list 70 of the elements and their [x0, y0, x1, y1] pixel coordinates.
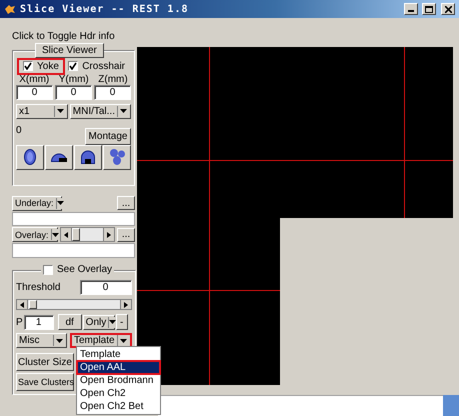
threshold-slider[interactable] [16, 299, 132, 310]
checkmark-icon [69, 62, 78, 70]
coordinate-field[interactable]: 0 [16, 84, 53, 100]
slider-thumb[interactable] [72, 228, 80, 242]
coordinate-label: X(mm) [19, 74, 50, 85]
menu-item[interactable]: Open Ch2 [77, 387, 160, 400]
view-button[interactable] [103, 144, 131, 170]
maximize-icon [425, 6, 433, 12]
slider-thumb[interactable] [29, 300, 38, 310]
df-button[interactable]: df [58, 314, 82, 330]
checkmark-icon [24, 62, 32, 70]
montage-button[interactable]: Montage [85, 128, 131, 145]
menu-item[interactable]: Open Brodmann [77, 374, 160, 387]
brain-icon [24, 149, 36, 166]
checkbox[interactable] [43, 264, 53, 275]
close-button[interactable] [441, 3, 455, 15]
checkbox[interactable] [23, 61, 33, 72]
right-arrow-icon [124, 302, 128, 308]
caret-icon [120, 109, 127, 114]
view-button[interactable] [45, 144, 73, 170]
close-icon [444, 6, 452, 12]
caret-icon [120, 338, 127, 343]
checkbox-label: Yoke [37, 60, 59, 72]
value-text: 0 [16, 124, 22, 136]
coordinate-field[interactable]: 0 [55, 84, 92, 100]
left-arrow-icon [64, 232, 68, 238]
only-dropdown[interactable]: Only [82, 314, 115, 330]
caret-icon [109, 320, 116, 324]
brain-icon [51, 152, 67, 162]
minimize-button[interactable] [404, 3, 418, 15]
browse-button[interactable]: ... [117, 196, 135, 210]
menu-item[interactable]: Template [77, 348, 160, 361]
threshold-field[interactable]: 0 [80, 280, 132, 296]
view-button[interactable] [16, 144, 44, 170]
space-dropdown[interactable]: MNI/Tal... [70, 104, 131, 119]
window-title: Slice Viewer -- REST 1.8 [20, 4, 190, 14]
app-icon [4, 3, 16, 15]
coordinate-label: Z(mm) [98, 74, 128, 85]
maximize-button[interactable] [422, 3, 436, 15]
caret-icon [56, 201, 64, 206]
underlay-dropdown[interactable]: Underlay: [12, 196, 62, 211]
right-arrow-icon [107, 232, 111, 238]
misc-dropdown[interactable]: Misc [16, 333, 67, 348]
checkbox-label: See Overlay [57, 264, 112, 276]
threshold-label: Threshold [16, 282, 60, 294]
coordinate-label: Y(mm) [58, 74, 89, 85]
caret-icon [56, 338, 63, 343]
overlay-dropdown[interactable]: Overlay: [12, 227, 58, 242]
p-label: P [16, 316, 23, 328]
coordinate-field[interactable]: 0 [94, 84, 131, 100]
browse-button[interactable]: ... [117, 228, 135, 242]
checkbox-label: Crosshair [82, 60, 125, 72]
left-arrow-icon [20, 302, 24, 308]
menu-item[interactable]: Open Ch2 Bet [77, 400, 160, 413]
header-info-toggle[interactable]: Click to Toggle Hdr info [12, 31, 135, 44]
brain-icon [81, 150, 95, 164]
menu-item[interactable]: Open AAL [77, 361, 160, 374]
brain-icon [110, 149, 124, 166]
zoom-dropdown[interactable]: x1 [16, 104, 68, 119]
group-title: Slice Viewer [35, 42, 104, 58]
caret-icon [52, 232, 59, 237]
checkbox[interactable] [68, 61, 78, 72]
cluster-size-button[interactable]: Cluster Size [16, 353, 74, 372]
underlay-field[interactable] [12, 212, 135, 226]
overlay-slider[interactable] [60, 227, 115, 242]
caret-icon [56, 109, 64, 114]
overlay-field[interactable] [12, 243, 135, 258]
view-button[interactable] [74, 144, 102, 170]
minus-button[interactable]: - [116, 314, 128, 330]
p-value-field[interactable]: 1 [24, 314, 54, 330]
